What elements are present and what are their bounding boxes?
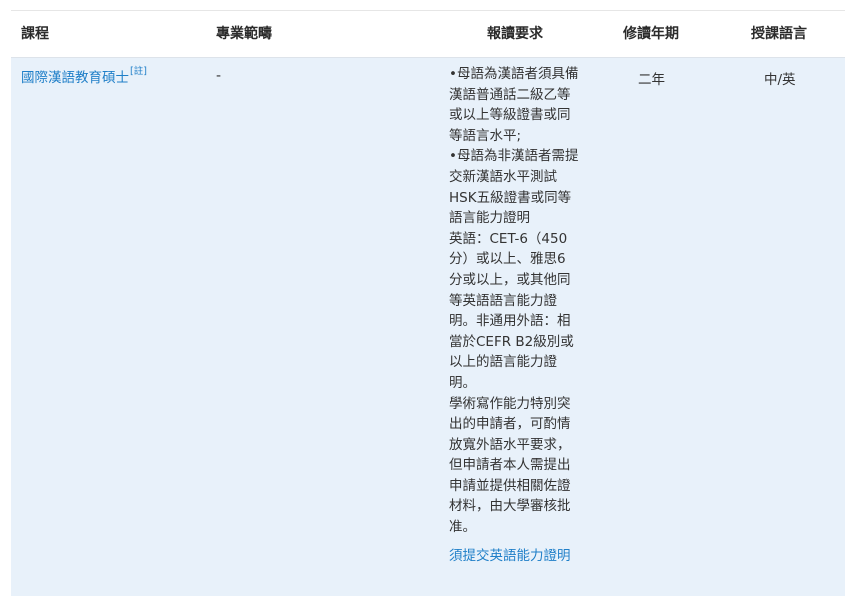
- requirement-line: 但申請者本人需提出: [449, 457, 571, 474]
- course-note-link[interactable]: [註]: [130, 66, 147, 77]
- requirements-cell: •母語為漢語者須具備 漢語普通話二級乙等 或以上等級證書或同 等語言水平; •母語為非漢…: [449, 64, 584, 566]
- requirement-line: •母語為非漢語者需提: [449, 148, 579, 165]
- requirement-line: •母語為漢語者須具備: [449, 66, 579, 82]
- requirement-line: HSK五級證書或同等: [449, 189, 572, 206]
- requirement-line: 分或以上，或其他同: [449, 271, 571, 288]
- requirement-line: 語言能力證明: [449, 210, 530, 227]
- requirement-line: 漢語普通話二級乙等: [449, 86, 571, 103]
- program-table: 課程 專業範疇 報讀要求 修讀年期 授課語言 國際漢語教育碩士[註] - •母語…: [0, 0, 860, 599]
- requirement-line: 准。: [449, 519, 476, 536]
- course-cell: 國際漢語教育碩士[註]: [21, 66, 147, 86]
- duration-cell: 二年: [638, 72, 665, 88]
- requirement-line: 出的申請者，可酌情: [449, 416, 571, 433]
- header-requirements: 報讀要求: [487, 26, 543, 42]
- field-cell: -: [216, 68, 222, 84]
- requirement-line: 申請並提供相關佐證: [449, 477, 571, 494]
- table-row: 國際漢語教育碩士[註] - •母語為漢語者須具備 漢語普通話二級乙等 或以上等級證書…: [11, 58, 845, 596]
- header-field: 專業範疇: [216, 26, 272, 42]
- header-course: 課程: [21, 26, 49, 42]
- requirement-line: 以上的語言能力證: [449, 354, 557, 371]
- header-duration: 修讀年期: [623, 26, 679, 42]
- requirement-line: 等語言水平;: [449, 127, 522, 144]
- requirement-line: 學術寫作能力特別突: [449, 395, 571, 412]
- table-header: 課程 專業範疇 報讀要求 修讀年期 授課語言: [11, 10, 845, 59]
- requirement-line: 放寬外語水平要求，: [449, 436, 571, 453]
- header-language: 授課語言: [751, 26, 807, 42]
- requirement-line: 或以上等級證書或同: [449, 107, 571, 124]
- requirement-line: 分）或以上、雅思6: [449, 251, 566, 268]
- requirements-text: •母語為漢語者須具備 漢語普通話二級乙等 或以上等級證書或同 等語言水平; •母語為非漢…: [449, 64, 584, 538]
- requirement-line: 當於CEFR B2級別或: [449, 333, 574, 350]
- requirement-line: 英語：CET-6（450: [449, 230, 568, 247]
- language-cell: 中/英: [764, 72, 796, 88]
- requirement-line: 明。非通用外語：相: [449, 313, 571, 330]
- requirement-line: 材料，由大學審核批: [449, 498, 571, 515]
- course-link[interactable]: 國際漢語教育碩士: [21, 70, 129, 86]
- requirement-line: 明。: [449, 374, 476, 391]
- requirement-line: 交新漢語水平測試: [449, 168, 557, 185]
- requirement-line: 等英語語言能力證: [449, 292, 557, 309]
- english-proof-link[interactable]: 須提交英語能力證明: [449, 546, 584, 566]
